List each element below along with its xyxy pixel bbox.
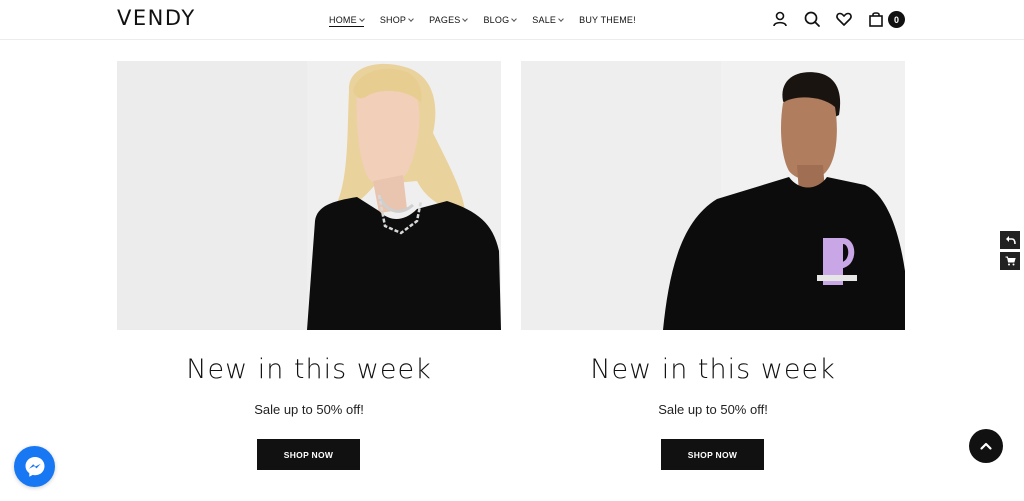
undo-tool[interactable] (1000, 231, 1020, 249)
woman-model-image (117, 61, 501, 330)
chevron-down-icon (558, 16, 564, 22)
shop-now-button[interactable]: SHOP NOW (661, 439, 764, 470)
messenger-button[interactable] (14, 446, 55, 487)
nav-sale-label: SALE (532, 15, 557, 25)
banner-title: New in this week (186, 354, 432, 385)
undo-icon (1005, 236, 1016, 245)
banner-image-men[interactable] (521, 61, 905, 330)
logo[interactable]: VENDY (117, 6, 196, 30)
nav-shop-label: SHOP (379, 15, 407, 25)
chevron-down-icon (462, 16, 469, 22)
banner-subtitle: Sale up to 50% off! (658, 402, 768, 417)
nav-blog-label: BLOG (483, 15, 510, 25)
nav-pages[interactable]: PAGES (429, 13, 469, 27)
cart-tool[interactable] (1000, 252, 1020, 270)
nav-buy-theme[interactable]: BUY THEME! (579, 13, 636, 27)
messenger-icon (25, 456, 44, 477)
site-header: VENDY HOME SHOP PAGES BLOG SALE BUY THEM… (0, 0, 1024, 40)
nav-pages-label: PAGES (429, 15, 461, 25)
main-nav: HOME SHOP PAGES BLOG SALE BUY THEME! (329, 13, 652, 27)
user-icon[interactable] (771, 10, 789, 28)
cart-icon (1005, 256, 1016, 266)
bag-icon[interactable] (867, 10, 885, 28)
scroll-top-button[interactable] (969, 429, 1003, 463)
banner-subtitle: Sale up to 50% off! (254, 402, 364, 417)
banner-image-women[interactable] (117, 61, 501, 330)
chevron-down-icon (408, 16, 414, 22)
banner-title: New in this week (590, 354, 836, 385)
banner-card-women: New in this week Sale up to 50% off! SHO… (117, 61, 501, 470)
nav-buy-theme-label: BUY THEME! (579, 15, 636, 25)
nav-sale[interactable]: SALE (532, 13, 564, 27)
heart-icon[interactable] (835, 10, 853, 28)
nav-home-label: HOME (329, 14, 357, 25)
chevron-up-icon (980, 442, 992, 450)
side-toolbar (1000, 231, 1020, 273)
man-model-image (521, 61, 905, 330)
nav-shop[interactable]: SHOP (379, 13, 414, 27)
cart-count-badge[interactable]: 0 (888, 11, 905, 28)
chevron-down-icon (358, 15, 365, 22)
shop-now-button[interactable]: SHOP NOW (257, 439, 360, 470)
chevron-down-icon (511, 16, 518, 22)
nav-home[interactable]: HOME (329, 13, 365, 27)
search-icon[interactable] (803, 10, 821, 28)
banner-card-men: New in this week Sale up to 50% off! SHO… (521, 61, 905, 470)
nav-blog[interactable]: BLOG (483, 13, 518, 27)
